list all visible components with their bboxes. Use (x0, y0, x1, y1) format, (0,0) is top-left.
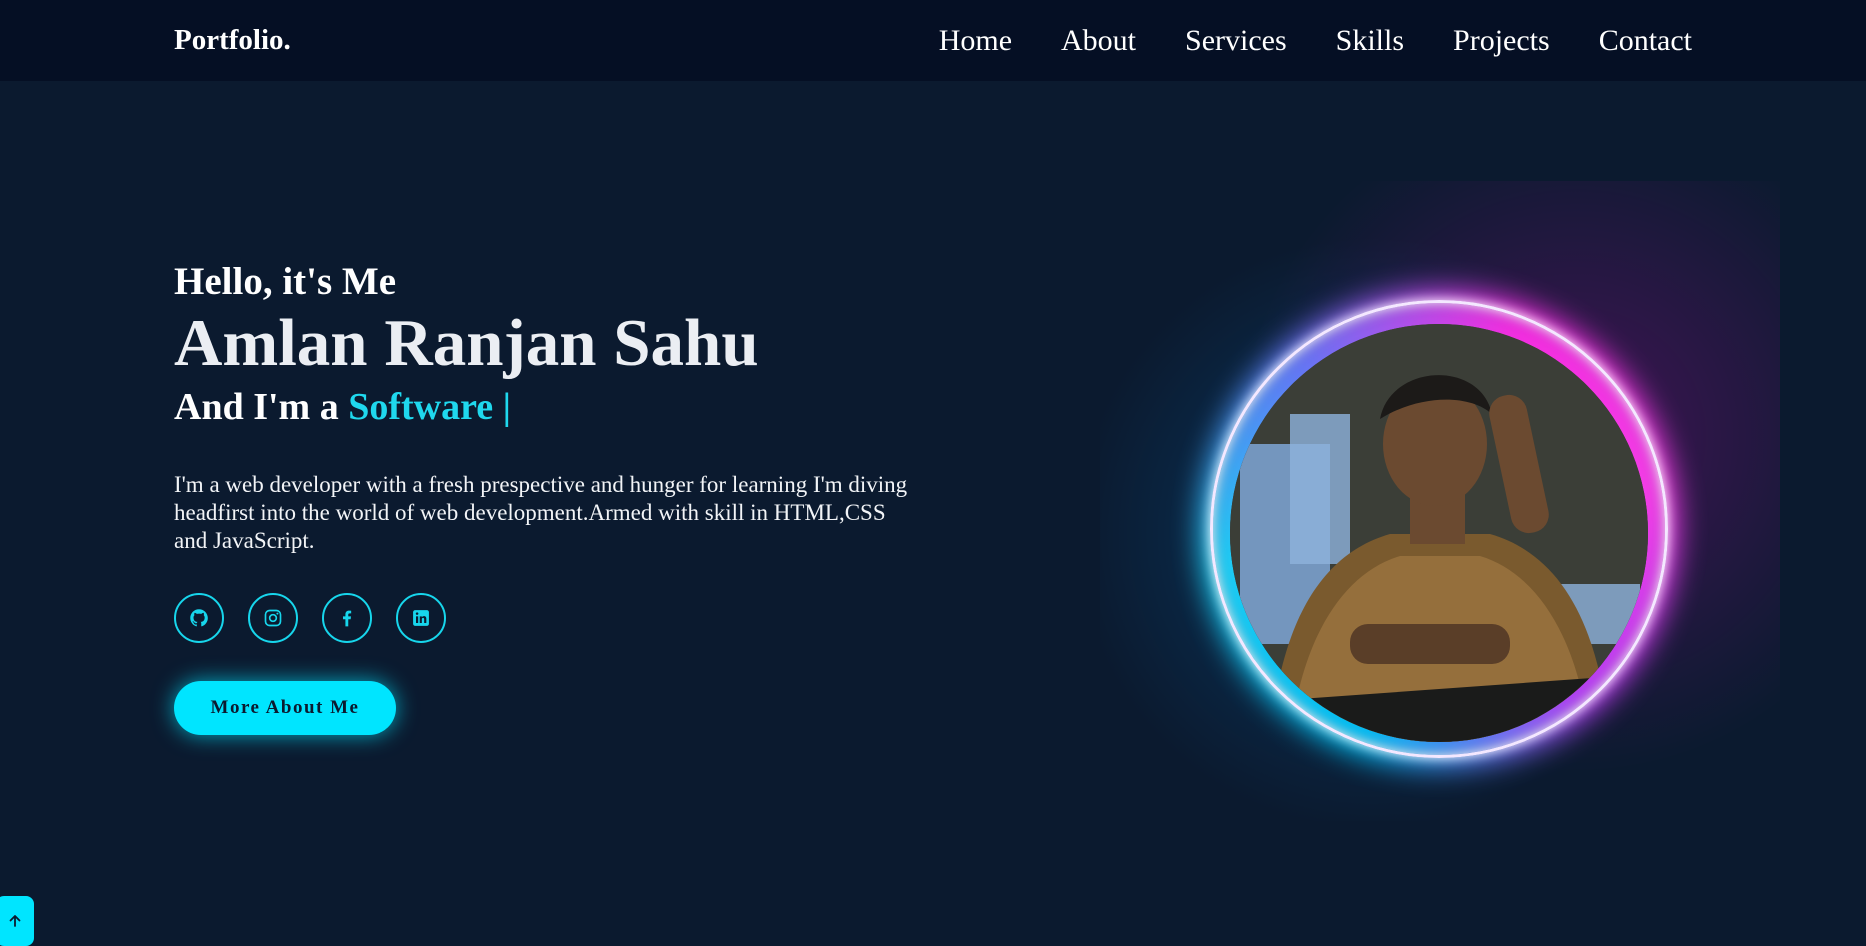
github-button[interactable] (174, 592, 224, 643)
role-line: And I'm a Software | (174, 385, 934, 429)
hero-description: I'm a web developer with a fresh prespec… (174, 471, 908, 553)
role-prefix: And I'm a (174, 385, 339, 428)
instagram-icon (264, 609, 282, 627)
nav-link-contact[interactable]: Contact (1599, 24, 1692, 58)
portrait (1100, 181, 1780, 821)
navbar: Portfolio. Home About Services Skills Pr… (0, 0, 1866, 81)
linkedin-button[interactable] (396, 592, 446, 643)
instagram-button[interactable] (248, 592, 298, 643)
nav-link-projects[interactable]: Projects (1453, 24, 1550, 58)
greeting: Hello, it's Me (174, 260, 397, 303)
github-icon (190, 608, 208, 627)
arrow-up-icon (9, 915, 21, 927)
facebook-icon (343, 610, 352, 627)
scroll-to-top-button[interactable] (0, 896, 34, 946)
hero-section: Hello, it's Me Amlan Ranjan Sahu And I'm… (0, 81, 1866, 946)
hero-name: Amlan Ranjan Sahu (174, 305, 759, 380)
nav-link-about[interactable]: About (1061, 24, 1136, 58)
role-typed: Software | (348, 385, 512, 428)
nav-link-skills[interactable]: Skills (1336, 24, 1404, 58)
more-about-me-button[interactable]: More About Me (174, 680, 396, 735)
linkedin-icon (413, 609, 429, 626)
nav-link-services[interactable]: Services (1185, 24, 1287, 58)
facebook-button[interactable] (322, 592, 372, 643)
nav-link-home[interactable]: Home (939, 24, 1012, 58)
nav-links: Home About Services Skills Projects Cont… (939, 24, 1692, 58)
social-links (174, 592, 934, 643)
logo[interactable]: Portfolio. (174, 24, 291, 57)
profile-photo (1230, 324, 1648, 742)
profile-photo-illustration (1230, 324, 1648, 742)
hero-text: Hello, it's Me Amlan Ranjan Sahu And I'm… (174, 260, 934, 735)
